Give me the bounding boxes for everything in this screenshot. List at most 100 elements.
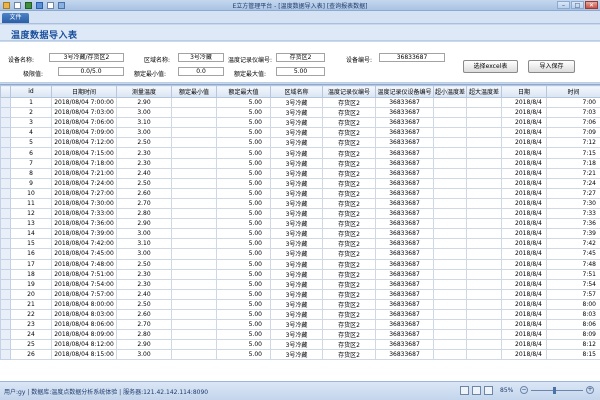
cell-under-diff[interactable] (433, 96, 467, 109)
cell-id[interactable]: 19 (10, 278, 52, 290)
cell-time[interactable]: 8:00 (546, 298, 600, 310)
cell-time[interactable]: 7:00 (546, 96, 600, 109)
row-header[interactable] (0, 137, 11, 149)
cell-measured-temp[interactable]: 3.10 (116, 238, 172, 250)
cell-under-diff[interactable] (433, 167, 467, 179)
cell-id[interactable]: 16 (10, 248, 52, 260)
cell-rated-max[interactable]: 5.00 (216, 177, 271, 189)
cell-recorder-id[interactable]: 存货区2 (322, 167, 376, 179)
cell-under-diff[interactable] (433, 147, 467, 159)
cell-rated-min[interactable] (171, 238, 217, 250)
cell-date[interactable]: 2018/8/4 (501, 308, 547, 321)
cell-id[interactable]: 18 (10, 268, 52, 280)
table-row[interactable]: 23 2018/08/04 8:06:00 2.70 5.00 3号冷藏 存货区2 3683… (0, 319, 600, 331)
cell-measured-temp[interactable]: 2.30 (116, 157, 172, 169)
cell-time[interactable]: 7:33 (546, 208, 600, 220)
cell-over-diff[interactable] (466, 167, 502, 179)
cell-rated-max[interactable]: 5.00 (216, 218, 271, 230)
table-row[interactable]: 22 2018/08/04 8:03:00 2.60 5.00 3号冷藏 存货区2 3683… (0, 308, 600, 321)
cell-time[interactable]: 7:36 (546, 218, 600, 230)
cell-over-diff[interactable] (466, 117, 502, 129)
page-break-view-icon[interactable] (484, 386, 493, 395)
cell-date[interactable]: 2018/8/4 (501, 96, 547, 109)
cell-rated-min[interactable] (171, 187, 217, 199)
cell-under-diff[interactable] (433, 238, 467, 250)
cell-date[interactable]: 2018/8/4 (501, 167, 547, 179)
cell-under-diff[interactable] (433, 308, 467, 321)
cell-under-diff[interactable] (433, 349, 467, 361)
cell-rated-max[interactable]: 5.00 (216, 187, 271, 199)
cell-id[interactable]: 5 (10, 137, 52, 149)
cell-rated-min[interactable] (171, 117, 217, 129)
cell-date[interactable]: 2018/8/4 (501, 268, 547, 280)
cell-under-diff[interactable] (433, 157, 467, 169)
row-header[interactable] (0, 238, 11, 250)
cell-rated-max[interactable]: 5.00 (216, 278, 271, 290)
cell-datetime[interactable]: 2018/08/04 7:42:00 (51, 238, 117, 250)
table-row[interactable]: 17 2018/08/04 7:48:00 2.50 5.00 3号冷藏 存货区2 3683… (0, 258, 600, 270)
cell-over-diff[interactable] (466, 298, 502, 310)
cell-area-name[interactable]: 3号冷藏 (270, 268, 323, 280)
cell-over-diff[interactable] (466, 157, 502, 169)
cell-rated-min[interactable] (171, 308, 217, 321)
cell-over-diff[interactable] (466, 339, 502, 351)
cell-time[interactable]: 7:03 (546, 107, 600, 119)
cell-rated-max[interactable]: 5.00 (216, 107, 271, 119)
cell-over-diff[interactable] (466, 268, 502, 280)
cell-measured-temp[interactable]: 3.00 (116, 107, 172, 119)
cell-time[interactable]: 8:03 (546, 308, 600, 321)
cell-date[interactable]: 2018/8/4 (501, 147, 547, 159)
table-row[interactable]: 24 2018/08/04 8:09:00 2.80 5.00 3号冷藏 存货区2 3683… (0, 329, 600, 341)
cell-datetime[interactable]: 2018/08/04 7:30:00 (51, 197, 117, 210)
cell-id[interactable]: 25 (10, 339, 52, 351)
cell-rated-max[interactable]: 5.00 (216, 147, 271, 159)
cell-rated-max[interactable]: 5.00 (216, 329, 271, 341)
table-row[interactable]: 6 2018/08/04 7:15:00 2.30 5.00 3号冷藏 存货区2 36833… (0, 147, 600, 159)
cell-under-diff[interactable] (433, 288, 467, 300)
corner-cell[interactable] (0, 85, 11, 98)
cell-rated-max[interactable]: 5.00 (216, 339, 271, 351)
cell-recorder-device-no[interactable]: 36833687 (375, 258, 434, 270)
zoom-in-button[interactable]: + (586, 386, 594, 394)
cell-recorder-id[interactable]: 存货区2 (322, 177, 376, 189)
col-header-area-name[interactable]: 区域名称 (270, 85, 323, 98)
cell-rated-min[interactable] (171, 218, 217, 230)
cell-datetime[interactable]: 2018/08/04 7:06:00 (51, 117, 117, 129)
cell-recorder-id[interactable]: 存货区2 (322, 339, 376, 351)
cell-recorder-device-no[interactable]: 36833687 (375, 208, 434, 220)
cell-rated-min[interactable] (171, 167, 217, 179)
cell-rated-min[interactable] (171, 96, 217, 109)
cell-recorder-id[interactable]: 存货区2 (322, 117, 376, 129)
cell-rated-max[interactable]: 5.00 (216, 248, 271, 260)
cell-measured-temp[interactable]: 2.80 (116, 329, 172, 341)
cell-recorder-device-no[interactable]: 36833687 (375, 187, 434, 199)
table-row[interactable]: 5 2018/08/04 7:12:00 2.50 5.00 3号冷藏 存货区2 36833… (0, 137, 600, 149)
cell-under-diff[interactable] (433, 177, 467, 189)
cell-time[interactable]: 7:27 (546, 187, 600, 199)
cell-measured-temp[interactable]: 2.70 (116, 197, 172, 210)
cell-recorder-id[interactable]: 存货区2 (322, 208, 376, 220)
cell-under-diff[interactable] (433, 319, 467, 331)
cell-id[interactable]: 23 (10, 319, 52, 331)
table-row[interactable]: 12 2018/08/04 7:33:00 2.80 5.00 3号冷藏 存货区2 3683… (0, 208, 600, 220)
cell-under-diff[interactable] (433, 107, 467, 119)
cell-area-name[interactable]: 3号冷藏 (270, 137, 323, 149)
cell-area-name[interactable]: 3号冷藏 (270, 127, 323, 139)
cell-measured-temp[interactable]: 2.50 (116, 258, 172, 270)
row-header[interactable] (0, 349, 11, 361)
cell-datetime[interactable]: 2018/08/04 7:12:00 (51, 137, 117, 149)
cell-over-diff[interactable] (466, 288, 502, 300)
table-row[interactable]: 13 2018/08/04 7:36:00 2.90 5.00 3号冷藏 存货区2 3683… (0, 218, 600, 230)
cell-recorder-id[interactable]: 存货区2 (322, 248, 376, 260)
cell-datetime[interactable]: 2018/08/04 7:15:00 (51, 147, 117, 159)
cell-recorder-id[interactable]: 存货区2 (322, 218, 376, 230)
cell-over-diff[interactable] (466, 248, 502, 260)
row-header[interactable] (0, 298, 11, 310)
cell-over-diff[interactable] (466, 177, 502, 189)
cell-measured-temp[interactable]: 2.30 (116, 147, 172, 159)
cell-recorder-device-no[interactable]: 36833687 (375, 96, 434, 109)
cell-measured-temp[interactable]: 2.90 (116, 339, 172, 351)
table-row[interactable]: 21 2018/08/04 8:00:00 2.50 5.00 3号冷藏 存货区2 3683… (0, 298, 600, 310)
row-header[interactable] (0, 308, 11, 321)
cell-datetime[interactable]: 2018/08/04 8:12:00 (51, 339, 117, 351)
